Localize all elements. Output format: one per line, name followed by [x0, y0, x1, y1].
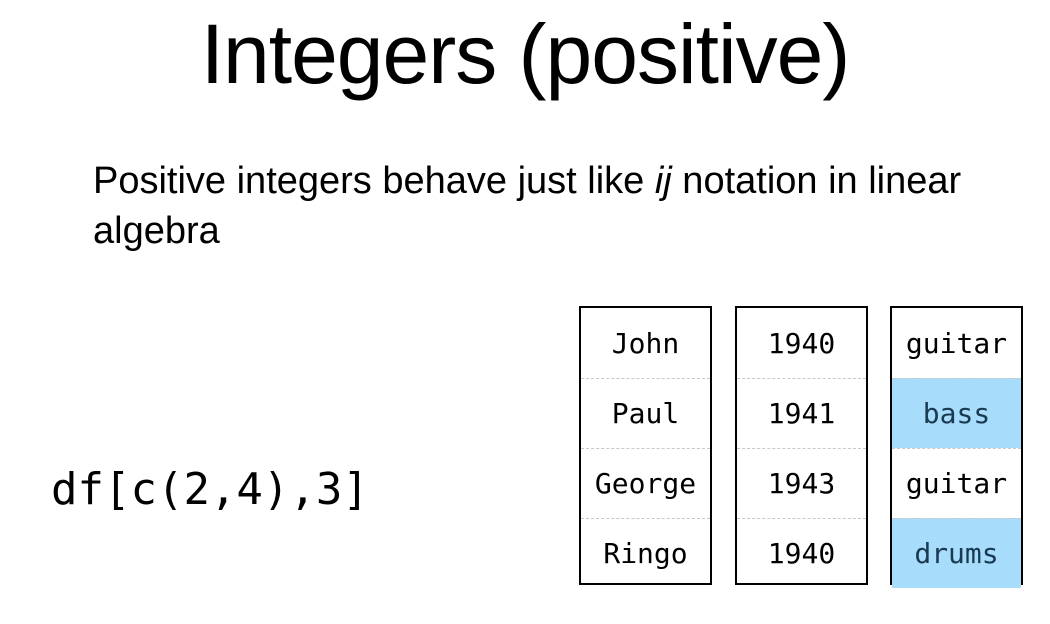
cell-year-3: 1943 [737, 448, 866, 518]
column-name: John Paul George Ringo [579, 306, 712, 585]
slide-body-text: Positive integers behave just like ij no… [93, 156, 993, 256]
body-text-italic: ij [654, 160, 672, 202]
code-expression: df[c(2,4),3] [51, 464, 369, 515]
cell-instrument-2: bass [892, 378, 1021, 448]
cell-name-3: George [581, 448, 710, 518]
slide-title: Integers (positive) [200, 7, 851, 101]
cell-year-1: 1940 [767, 326, 836, 360]
body-text-part-1: Positive integers behave just like [93, 160, 655, 202]
cell-name-4: Ringo [581, 518, 710, 588]
cell-name-2: Paul [581, 378, 710, 448]
cell-instrument-1: guitar [905, 326, 1008, 360]
column-instrument: guitar bass guitar drums [890, 306, 1023, 588]
cell-year-4: 1940 [737, 518, 866, 588]
cell-instrument-3: guitar [892, 448, 1021, 518]
cell-instrument-4: drums [892, 518, 1021, 588]
column-year: 1940 1941 1943 1940 [735, 306, 868, 585]
cell-name-1: John [611, 326, 680, 360]
cell-year-2: 1941 [737, 378, 866, 448]
